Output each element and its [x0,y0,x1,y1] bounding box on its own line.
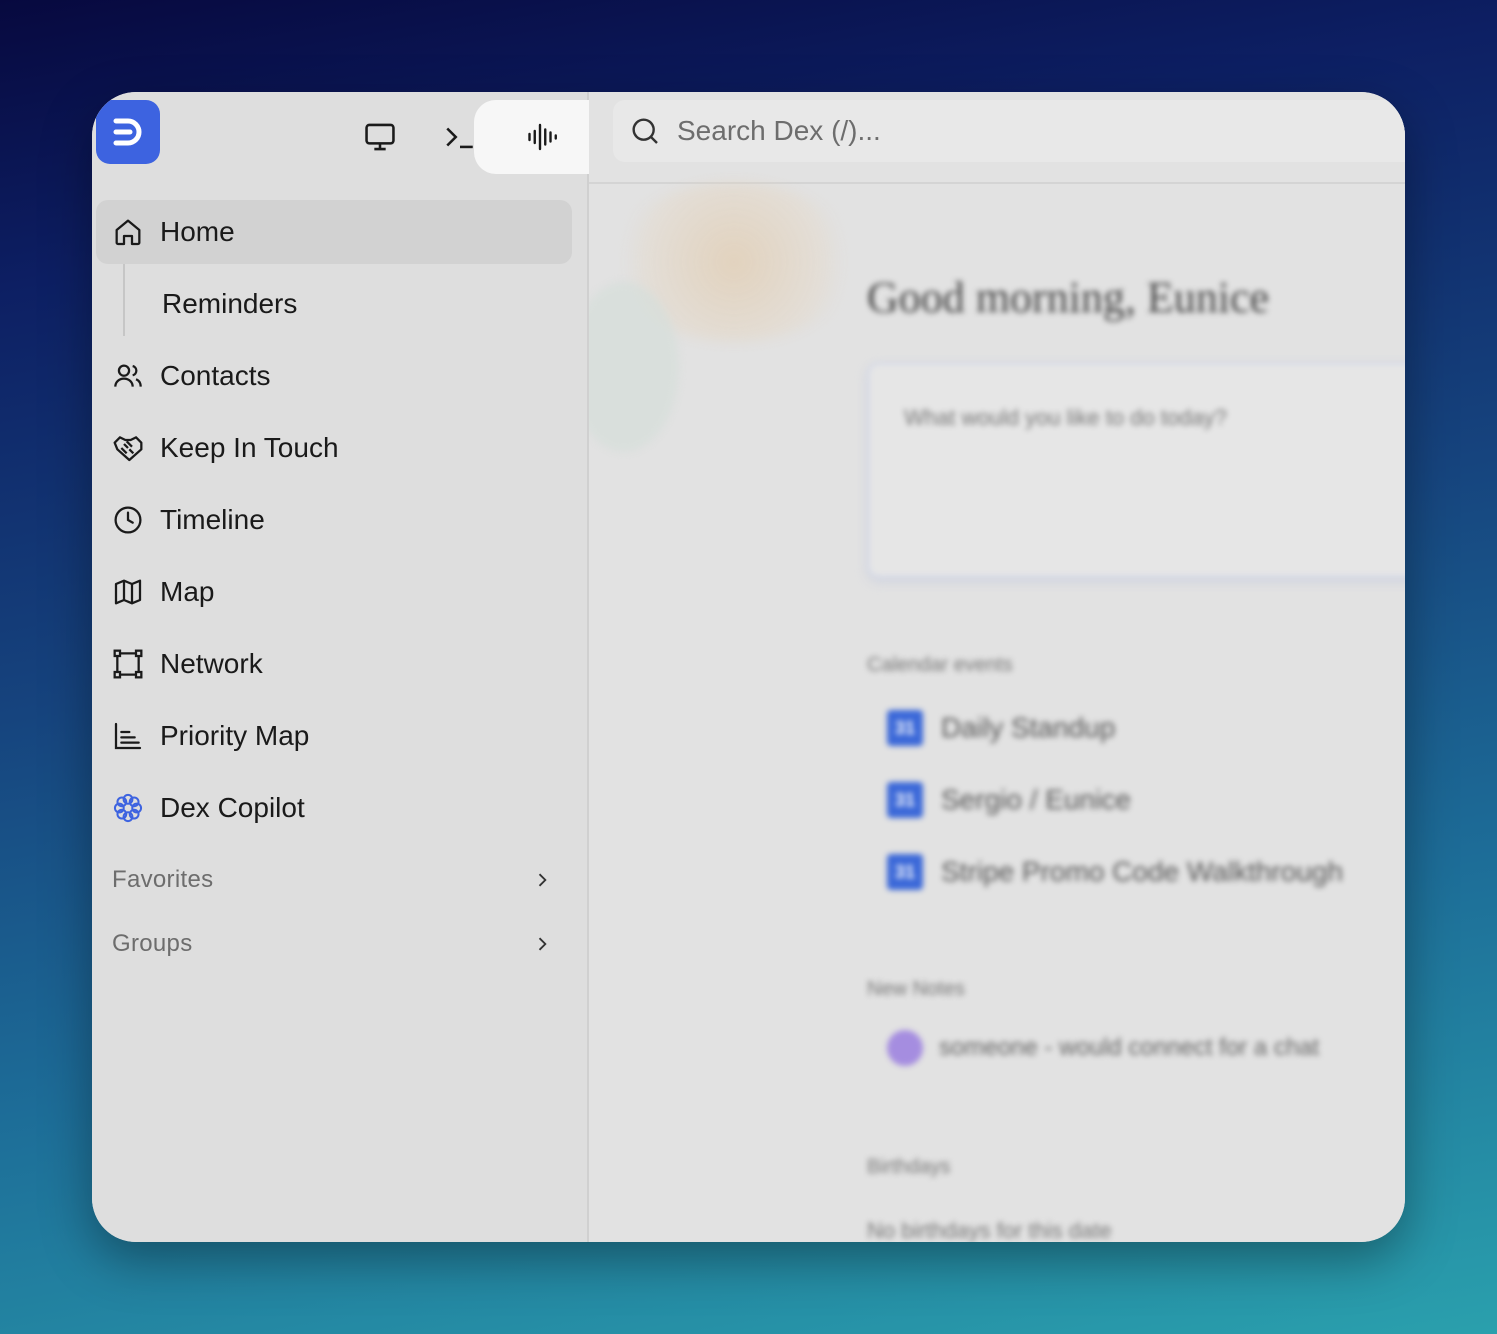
search-input[interactable] [677,115,1177,147]
sidebar-item-label: Home [160,216,235,247]
subnav-guide-line [123,264,125,336]
search-icon [632,118,658,144]
sidebar-item-reminders[interactable]: Reminders [96,264,572,336]
terminal-icon [446,127,473,149]
section-label: Favorites [112,866,214,893]
sidebar-item-label: Dex Copilot [160,792,305,823]
sidebar-item-label: Keep In Touch [160,432,339,463]
notes-section-title: New Notes [867,978,965,1000]
dex-logo[interactable] [96,100,160,164]
calendar-icon: 31 [887,710,923,746]
sidebar-item-label: Timeline [160,504,265,535]
contacts-icon [112,360,144,392]
network-icon [112,648,144,680]
handshake-icon [112,432,144,464]
ask-input-box[interactable]: What would you like to do today? [867,362,1405,578]
calendar-event[interactable]: 31 Sergio / Eunice [887,780,1131,820]
calendar-icon: 31 [887,782,923,818]
sidebar-item-priority-map[interactable]: Priority Map [96,704,572,768]
sidebar-item-label: Map [160,576,215,607]
event-label: Daily Standup [941,712,1116,743]
sidebar: Home Reminders Contacts Keep In Touch Ti… [92,92,611,1242]
calendar-event[interactable]: 31 Daily Standup [887,708,1115,748]
clock-icon [112,504,144,536]
event-label: Sergio / Eunice [941,784,1131,815]
sidebar-item-timeline[interactable]: Timeline [96,488,572,552]
sidebar-item-label: Contacts [160,360,271,391]
main-content: Good morning, Eunice What would you like… [589,92,1405,1242]
note-label: someone - would connect for a chat [939,1034,1320,1061]
sidebar-item-label: Network [160,648,263,679]
section-label: Groups [112,930,193,957]
dex-logo-icon [113,118,142,146]
home-icon [112,216,144,248]
copilot-flower-icon [112,792,144,824]
calendar-icon: 31 [887,854,923,890]
sidebar-item-keep-in-touch[interactable]: Keep In Touch [96,416,572,480]
sidebar-item-dex-copilot[interactable]: Dex Copilot [96,776,572,840]
ask-placeholder: What would you like to do today? [904,405,1227,430]
avatar [887,1030,923,1066]
event-label: Stripe Promo Code Walkthrough [941,856,1344,887]
sidebar-nav: Home Reminders Contacts Keep In Touch Ti… [96,200,572,848]
birthdays-empty-text: No birthdays for this date [867,1218,1112,1242]
birthdays-section-title: Birthdays [867,1156,951,1178]
note-item[interactable]: someone - would connect for a chat [887,1028,1319,1068]
search-bar[interactable] [613,100,1405,162]
map-icon [112,576,144,608]
sidebar-item-contacts[interactable]: Contacts [96,344,572,408]
chart-icon [112,720,144,752]
section-favorites[interactable]: Favorites [112,860,552,900]
chevron-right-icon [538,873,547,887]
calendar-event[interactable]: 31 Stripe Promo Code Walkthrough [887,852,1343,892]
sidebar-item-home[interactable]: Home [96,200,572,264]
calendar-section-title: Calendar events [867,654,1013,676]
monitor-icon [365,123,395,151]
sidebar-item-label: Priority Map [160,720,310,751]
monitor-button[interactable] [348,100,412,174]
app-window: Home Reminders Contacts Keep In Touch Ti… [92,92,1405,1242]
sidebar-item-map[interactable]: Map [96,560,572,624]
greeting-title: Good morning, Eunice [867,273,1270,322]
section-groups[interactable]: Groups [112,924,552,964]
voice-waveform-icon [527,123,557,151]
chevron-right-icon [538,937,547,951]
sidebar-item-network[interactable]: Network [96,632,572,696]
sidebar-item-label: Reminders [162,288,298,319]
